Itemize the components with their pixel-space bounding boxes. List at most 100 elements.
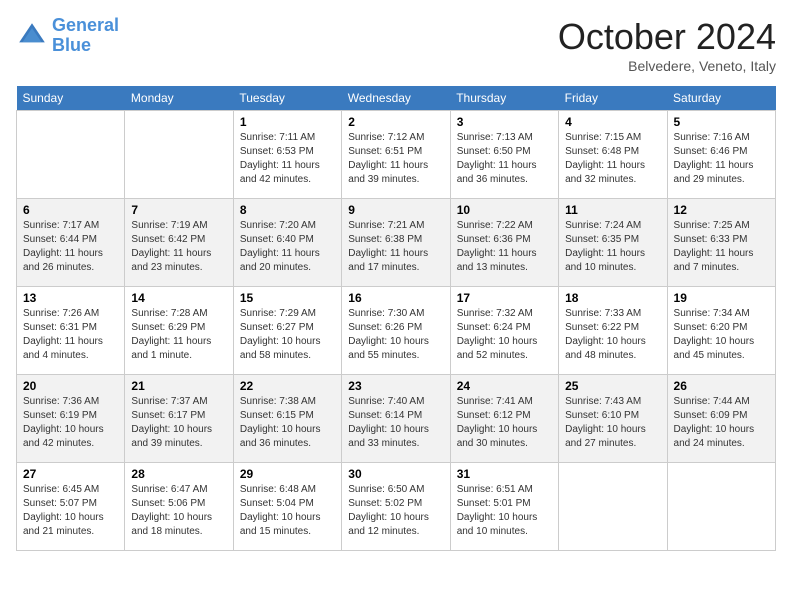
calendar-cell: 20 Sunrise: 7:36 AM Sunset: 6:19 PM Dayli… <box>17 375 125 463</box>
day-info: Sunrise: 6:45 AM Sunset: 5:07 PM Dayligh… <box>23 483 118 539</box>
calendar-week-row: 6 Sunrise: 7:17 AM Sunset: 6:44 PM Daylig… <box>17 199 776 287</box>
day-number: 12 <box>674 203 769 217</box>
calendar-cell: 13Sunrise: 7:26 AM Sunset: 6:31 PM Dayli… <box>17 287 125 375</box>
day-number: 29 <box>240 467 335 481</box>
day-info: Sunrise: 7:16 AM Sunset: 6:46 PM Dayligh… <box>674 131 769 187</box>
day-number: 1 <box>240 115 335 129</box>
day-info: Sunrise: 7:37 AM Sunset: 6:17 PM Dayligh… <box>131 395 226 451</box>
day-number: 20 <box>23 379 118 393</box>
day-of-week-header: Friday <box>559 86 667 111</box>
day-of-week-header: Wednesday <box>342 86 450 111</box>
day-number: 30 <box>348 467 443 481</box>
calendar-cell: 31 Sunrise: 6:51 AM Sunset: 5:01 PM Dayli… <box>450 463 558 551</box>
calendar-cell: 14Sunrise: 7:28 AM Sunset: 6:29 PM Dayli… <box>125 287 233 375</box>
calendar-cell: 5 Sunrise: 7:16 AM Sunset: 6:46 PM Daylig… <box>667 111 775 199</box>
day-info: Sunrise: 7:19 AM Sunset: 6:42 PM Dayligh… <box>131 219 226 275</box>
day-number: 28 <box>131 467 226 481</box>
day-number: 17 <box>457 291 552 305</box>
location: Belvedere, Veneto, Italy <box>558 58 776 74</box>
day-number: 16 <box>348 291 443 305</box>
day-number: 10 <box>457 203 552 217</box>
day-number: 6 <box>23 203 118 217</box>
day-info: Sunrise: 7:25 AM Sunset: 6:33 PM Dayligh… <box>674 219 769 275</box>
day-of-week-header: Thursday <box>450 86 558 111</box>
calendar-cell <box>559 463 667 551</box>
calendar-cell: 12 Sunrise: 7:25 AM Sunset: 6:33 PM Dayli… <box>667 199 775 287</box>
day-number: 8 <box>240 203 335 217</box>
day-info: Sunrise: 6:47 AM Sunset: 5:06 PM Dayligh… <box>131 483 226 539</box>
calendar-cell: 26 Sunrise: 7:44 AM Sunset: 6:09 PM Dayli… <box>667 375 775 463</box>
day-info: Sunrise: 7:11 AM Sunset: 6:53 PM Dayligh… <box>240 131 335 187</box>
calendar-cell: 25 Sunrise: 7:43 AM Sunset: 6:10 PM Dayli… <box>559 375 667 463</box>
day-info: Sunrise: 7:21 AM Sunset: 6:38 PM Dayligh… <box>348 219 443 275</box>
calendar-cell: 6 Sunrise: 7:17 AM Sunset: 6:44 PM Daylig… <box>17 199 125 287</box>
day-info: Sunrise: 7:13 AM Sunset: 6:50 PM Dayligh… <box>457 131 552 187</box>
day-info: Sunrise: 7:15 AM Sunset: 6:48 PM Dayligh… <box>565 131 660 187</box>
day-number: 5 <box>674 115 769 129</box>
day-info: Sunrise: 7:41 AM Sunset: 6:12 PM Dayligh… <box>457 395 552 451</box>
day-info: Sunrise: 7:40 AM Sunset: 6:14 PM Dayligh… <box>348 395 443 451</box>
calendar-cell: 29 Sunrise: 6:48 AM Sunset: 5:04 PM Dayli… <box>233 463 341 551</box>
calendar-cell <box>667 463 775 551</box>
calendar-cell: 2Sunrise: 7:12 AM Sunset: 6:51 PM Daylig… <box>342 111 450 199</box>
day-info: Sunrise: 6:48 AM Sunset: 5:04 PM Dayligh… <box>240 483 335 539</box>
day-number: 4 <box>565 115 660 129</box>
day-info: Sunrise: 6:50 AM Sunset: 5:02 PM Dayligh… <box>348 483 443 539</box>
calendar-cell: 21Sunrise: 7:37 AM Sunset: 6:17 PM Dayli… <box>125 375 233 463</box>
calendar-cell: 11Sunrise: 7:24 AM Sunset: 6:35 PM Dayli… <box>559 199 667 287</box>
day-of-week-header: Tuesday <box>233 86 341 111</box>
day-number: 27 <box>23 467 118 481</box>
title-block: October 2024 Belvedere, Veneto, Italy <box>558 16 776 74</box>
page-header: General Blue October 2024 Belvedere, Ven… <box>16 16 776 74</box>
day-info: Sunrise: 7:17 AM Sunset: 6:44 PM Dayligh… <box>23 219 118 275</box>
day-info: Sunrise: 7:44 AM Sunset: 6:09 PM Dayligh… <box>674 395 769 451</box>
day-number: 26 <box>674 379 769 393</box>
day-number: 19 <box>674 291 769 305</box>
day-number: 23 <box>348 379 443 393</box>
calendar-cell: 24 Sunrise: 7:41 AM Sunset: 6:12 PM Dayli… <box>450 375 558 463</box>
day-info: Sunrise: 7:36 AM Sunset: 6:19 PM Dayligh… <box>23 395 118 451</box>
day-of-week-header: Saturday <box>667 86 775 111</box>
day-of-week-header: Monday <box>125 86 233 111</box>
header-row: SundayMondayTuesdayWednesdayThursdayFrid… <box>17 86 776 111</box>
calendar-week-row: 13Sunrise: 7:26 AM Sunset: 6:31 PM Dayli… <box>17 287 776 375</box>
calendar-cell: 10Sunrise: 7:22 AM Sunset: 6:36 PM Dayli… <box>450 199 558 287</box>
logo: General Blue <box>16 16 119 56</box>
month-title: October 2024 <box>558 16 776 58</box>
day-number: 31 <box>457 467 552 481</box>
day-number: 9 <box>348 203 443 217</box>
calendar-cell: 22 Sunrise: 7:38 AM Sunset: 6:15 PM Dayli… <box>233 375 341 463</box>
calendar-cell <box>125 111 233 199</box>
calendar-cell: 1 Sunrise: 7:11 AM Sunset: 6:53 PM Daylig… <box>233 111 341 199</box>
calendar-cell: 16 Sunrise: 7:30 AM Sunset: 6:26 PM Dayli… <box>342 287 450 375</box>
day-info: Sunrise: 7:20 AM Sunset: 6:40 PM Dayligh… <box>240 219 335 275</box>
calendar-cell: 9 Sunrise: 7:21 AM Sunset: 6:38 PM Daylig… <box>342 199 450 287</box>
day-number: 25 <box>565 379 660 393</box>
calendar-cell: 28 Sunrise: 6:47 AM Sunset: 5:06 PM Dayli… <box>125 463 233 551</box>
calendar-cell: 4 Sunrise: 7:15 AM Sunset: 6:48 PM Daylig… <box>559 111 667 199</box>
day-info: Sunrise: 7:26 AM Sunset: 6:31 PM Dayligh… <box>23 307 118 363</box>
calendar-table: SundayMondayTuesdayWednesdayThursdayFrid… <box>16 86 776 551</box>
day-info: Sunrise: 7:24 AM Sunset: 6:35 PM Dayligh… <box>565 219 660 275</box>
logo-text: General Blue <box>52 16 119 56</box>
day-info: Sunrise: 7:43 AM Sunset: 6:10 PM Dayligh… <box>565 395 660 451</box>
day-info: Sunrise: 7:38 AM Sunset: 6:15 PM Dayligh… <box>240 395 335 451</box>
calendar-cell: 7Sunrise: 7:19 AM Sunset: 6:42 PM Daylig… <box>125 199 233 287</box>
calendar-cell: 15Sunrise: 7:29 AM Sunset: 6:27 PM Dayli… <box>233 287 341 375</box>
day-number: 24 <box>457 379 552 393</box>
calendar-cell: 23 Sunrise: 7:40 AM Sunset: 6:14 PM Dayli… <box>342 375 450 463</box>
day-number: 2 <box>348 115 443 129</box>
day-number: 22 <box>240 379 335 393</box>
day-of-week-header: Sunday <box>17 86 125 111</box>
day-info: Sunrise: 7:29 AM Sunset: 6:27 PM Dayligh… <box>240 307 335 363</box>
day-info: Sunrise: 7:32 AM Sunset: 6:24 PM Dayligh… <box>457 307 552 363</box>
calendar-week-row: 20 Sunrise: 7:36 AM Sunset: 6:19 PM Dayli… <box>17 375 776 463</box>
day-info: Sunrise: 6:51 AM Sunset: 5:01 PM Dayligh… <box>457 483 552 539</box>
calendar-cell: 19Sunrise: 7:34 AM Sunset: 6:20 PM Dayli… <box>667 287 775 375</box>
calendar-week-row: 27 Sunrise: 6:45 AM Sunset: 5:07 PM Dayli… <box>17 463 776 551</box>
calendar-cell: 17 Sunrise: 7:32 AM Sunset: 6:24 PM Dayli… <box>450 287 558 375</box>
calendar-cell: 18Sunrise: 7:33 AM Sunset: 6:22 PM Dayli… <box>559 287 667 375</box>
day-number: 18 <box>565 291 660 305</box>
day-info: Sunrise: 7:30 AM Sunset: 6:26 PM Dayligh… <box>348 307 443 363</box>
calendar-cell <box>17 111 125 199</box>
